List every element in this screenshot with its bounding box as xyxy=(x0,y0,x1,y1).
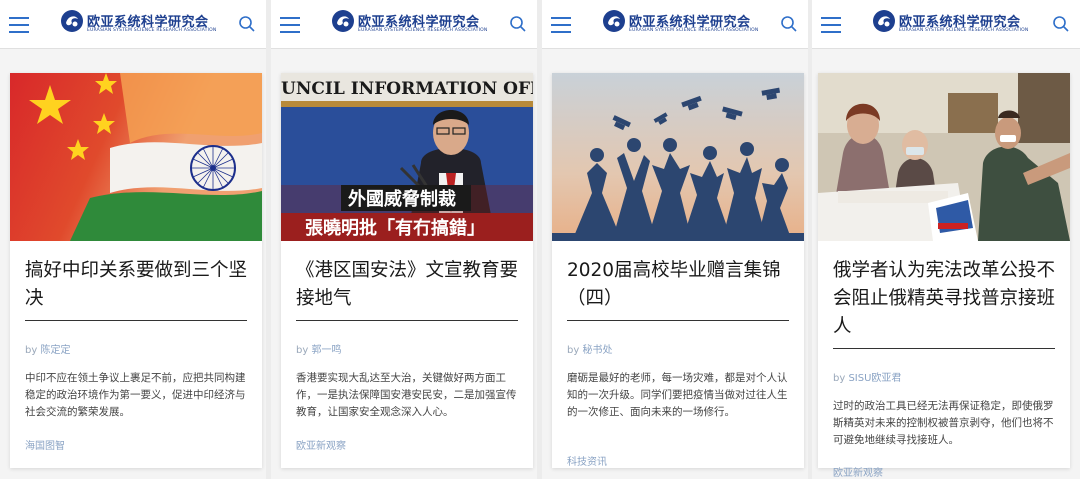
article-category-tag[interactable]: 欧亚新观察 xyxy=(833,464,883,479)
search-icon[interactable] xyxy=(509,15,527,33)
title-divider xyxy=(833,348,1055,349)
article-thumbnail[interactable] xyxy=(10,73,262,241)
article-category-tag[interactable]: 欧亚新观察 xyxy=(296,437,346,452)
article-excerpt: 过时的政治工具已经无法再保证稳定，即使俄罗斯精英对未来的控制权被普京剥夺，他们也… xyxy=(833,400,1054,446)
article-author[interactable]: 郭一鸣 xyxy=(311,345,341,356)
logo-emblem-icon xyxy=(603,10,625,32)
article-panel-1: 欧亚系统科学研究会 EURASIAN SYSTEM SCIENCE RESEAR… xyxy=(0,0,266,479)
hamburger-menu-icon[interactable] xyxy=(9,17,29,33)
article-panel-4: 欧亚系统科学研究会 EURASIAN SYSTEM SCIENCE RESEAR… xyxy=(812,0,1080,479)
article-excerpt: 中印不应在领土争议上裹足不前，应把共同构建稳定的政治环境作为第一要义，促进中印经… xyxy=(25,372,246,418)
press-conference-image: UNCIL INFORMATION OFFICE, P.R. 外國威脅制裁 張曉… xyxy=(281,73,533,241)
banner-text: UNCIL INFORMATION OFFICE, P.R. xyxy=(281,79,533,99)
app-header: 欧亚系统科学研究会 EURASIAN SYSTEM SCIENCE RESEAR… xyxy=(812,0,1080,49)
search-icon[interactable] xyxy=(1052,15,1070,33)
logo-english-name: EURASIAN SYSTEM SCIENCE RESEARCH ASSOCIA… xyxy=(358,28,488,33)
article-card[interactable]: 搞好中印关系要做到三个坚决 by 陈定定 中印不应在领土争议上裹足不前，应把共同… xyxy=(10,73,262,468)
voting-station-image xyxy=(818,73,1070,241)
hamburger-menu-icon[interactable] xyxy=(821,17,841,33)
logo-emblem-icon xyxy=(61,10,83,32)
china-india-flags-image xyxy=(10,73,262,241)
article-title[interactable]: 搞好中印关系要做到三个坚决 xyxy=(25,257,250,313)
article-category-tag[interactable]: 海国图智 xyxy=(25,437,65,452)
article-title[interactable]: 俄学者认为宪法改革公投不会阻止俄精英寻找普京接班人 xyxy=(833,257,1058,341)
article-card[interactable]: UNCIL INFORMATION OFFICE, P.R. 外國威脅制裁 張曉… xyxy=(281,73,533,468)
article-title[interactable]: 《港区国安法》文宣教育要接地气 xyxy=(296,257,521,313)
article-card[interactable]: 俄学者认为宪法改革公投不会阻止俄精英寻找普京接班人 by SISU欧亚君 过时的… xyxy=(818,73,1070,479)
app-header: 欧亚系统科学研究会 EURASIAN SYSTEM SCIENCE RESEAR… xyxy=(271,0,537,49)
article-card[interactable]: 2020届高校毕业赠言集锦（四） by 秘书处 磨砺是最好的老师，每一场灾难，都… xyxy=(552,73,804,468)
article-thumbnail[interactable]: UNCIL INFORMATION OFFICE, P.R. 外國威脅制裁 張曉… xyxy=(281,73,533,241)
article-author[interactable]: SISU欧亚君 xyxy=(848,373,901,384)
byline-prefix: by xyxy=(25,345,38,356)
article-byline: by SISU欧亚君 xyxy=(833,369,901,384)
article-excerpt: 香港要实现大乱达至大治，关键做好两方面工作，一是执法保障国安港安民安，二是加强宣… xyxy=(296,372,517,418)
article-excerpt: 磨砺是最好的老师，每一场灾难，都是对个人认知的一次升级。同学们要把疫情当做对过往… xyxy=(567,372,788,418)
logo-emblem-icon xyxy=(873,10,895,32)
article-panel-2: 欧亚系统科学研究会 EURASIAN SYSTEM SCIENCE RESEAR… xyxy=(271,0,537,479)
title-divider xyxy=(296,320,518,321)
article-thumbnail[interactable] xyxy=(552,73,804,241)
caption-line-1: 外國威脅制裁 xyxy=(348,188,456,210)
hamburger-menu-icon[interactable] xyxy=(551,17,571,33)
article-author[interactable]: 秘书处 xyxy=(582,345,612,356)
title-divider xyxy=(25,320,247,321)
byline-prefix: by xyxy=(833,373,846,384)
article-author[interactable]: 陈定定 xyxy=(40,345,70,356)
article-panel-3: 欧亚系统科学研究会 EURASIAN SYSTEM SCIENCE RESEAR… xyxy=(542,0,808,479)
byline-prefix: by xyxy=(567,345,580,356)
caption-line-2: 張曉明批「有冇搞錯」 xyxy=(305,217,485,239)
search-icon[interactable] xyxy=(238,15,256,33)
article-byline: by 秘书处 xyxy=(567,341,612,356)
app-header: 欧亚系统科学研究会 EURASIAN SYSTEM SCIENCE RESEAR… xyxy=(0,0,266,49)
article-category-tag[interactable]: 科技资讯 xyxy=(567,453,607,468)
hamburger-menu-icon[interactable] xyxy=(280,17,300,33)
logo-english-name: EURASIAN SYSTEM SCIENCE RESEARCH ASSOCIA… xyxy=(87,28,217,33)
article-byline: by 郭一鸣 xyxy=(296,341,341,356)
article-title[interactable]: 2020届高校毕业赠言集锦（四） xyxy=(567,257,792,313)
logo-emblem-icon xyxy=(332,10,354,32)
app-header: 欧亚系统科学研究会 EURASIAN SYSTEM SCIENCE RESEAR… xyxy=(542,0,808,49)
byline-prefix: by xyxy=(296,345,309,356)
graduates-silhouette-image xyxy=(552,73,804,241)
logo-english-name: EURASIAN SYSTEM SCIENCE RESEARCH ASSOCIA… xyxy=(629,28,759,33)
title-divider xyxy=(567,320,789,321)
search-icon[interactable] xyxy=(780,15,798,33)
article-thumbnail[interactable] xyxy=(818,73,1070,241)
article-byline: by 陈定定 xyxy=(25,341,70,356)
logo-english-name: EURASIAN SYSTEM SCIENCE RESEARCH ASSOCIA… xyxy=(899,28,1029,33)
